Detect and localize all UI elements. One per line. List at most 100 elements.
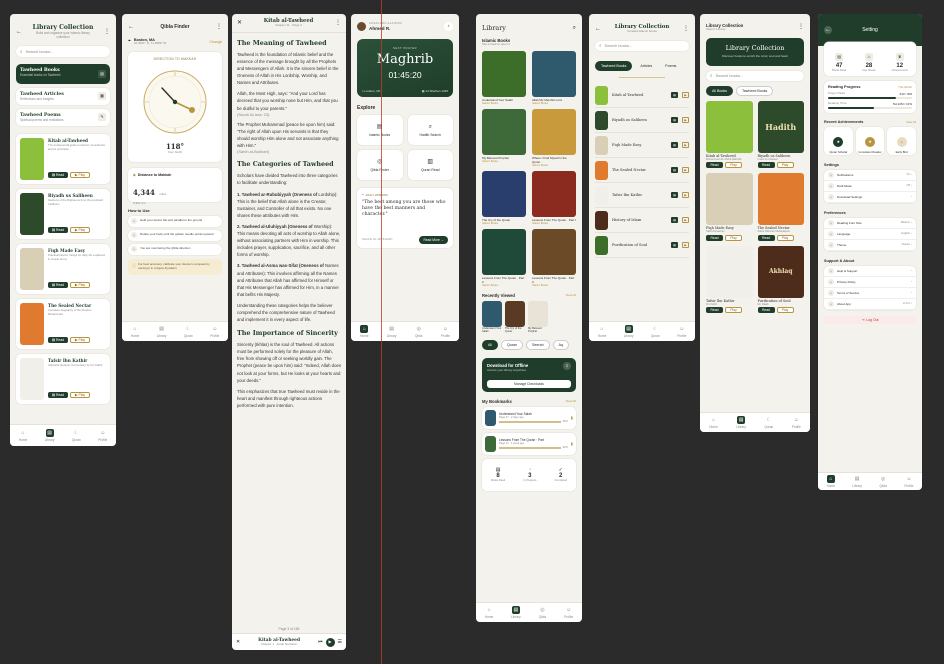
settings-row[interactable]: • Terms of Service › — [824, 288, 916, 299]
search-bar[interactable]: ⌕ Search books... — [16, 46, 110, 58]
play-icon[interactable]: ▶ — [682, 242, 689, 249]
collection-card-tawheed-articles[interactable]: Tawheed Articles Reflections and insight… — [16, 88, 110, 106]
nav-qibla[interactable]: ◎ Qibla — [538, 606, 546, 619]
nav-library[interactable]: ▤ Library — [511, 606, 521, 619]
search-input[interactable]: Search books... — [26, 49, 54, 54]
play-button[interactable]: Play — [725, 162, 742, 169]
tab-articles[interactable]: Articles — [635, 62, 657, 70]
play-button[interactable]: ▶ Play — [70, 227, 90, 234]
nav-profile[interactable]: ☺ Profile — [441, 325, 450, 338]
search-input[interactable]: Search books... — [605, 43, 633, 48]
book-card[interactable]: Fiqh Made Easy Salih Al-Fawzan Read Play — [706, 173, 753, 241]
book-row[interactable]: The Sealed Nectar ▤ ▶ — [595, 158, 689, 184]
tab-poems[interactable]: Poems — [660, 62, 681, 70]
nav-library[interactable]: ▤ Library — [157, 325, 167, 338]
book-icon[interactable]: ▤ — [671, 192, 678, 199]
nav-library[interactable]: ▤ Library — [387, 325, 397, 338]
settings-row[interactable]: • Help & Support › — [824, 266, 916, 277]
nav-quran[interactable]: ☾ Quran — [184, 325, 193, 338]
book-row[interactable]: Riyadh us Saliheen ▤ ▶ — [595, 108, 689, 134]
book-card[interactable]: Kitab al-Tawheed Muhammad ibn Abdul Wahha… — [706, 100, 753, 169]
filter-chip[interactable]: Aq — [552, 339, 569, 350]
change-location-link[interactable]: Change — [209, 40, 222, 44]
book-tile[interactable]: Lessons From The Quran · Part 3 Islamic B… — [532, 228, 576, 287]
book-card[interactable]: Tafsir Ibn Kathir Ibn Kathir Read Play — [706, 245, 753, 313]
book-tile[interactable]: Lessons From The Quran · Part 2 Islamic B… — [482, 228, 526, 287]
book-row[interactable]: Fiqh Made Easy ▤ ▶ — [595, 133, 689, 159]
view-all-link[interactable]: View All — [906, 120, 916, 124]
play-button[interactable]: Play — [776, 162, 794, 169]
read-button[interactable]: Read — [757, 234, 775, 241]
settings-row[interactable]: • Language English › — [824, 229, 916, 240]
playlist-icon[interactable]: ☰ — [338, 639, 342, 645]
play-icon[interactable]: ▶ — [682, 92, 689, 99]
nav-home[interactable]: ⌂ Home — [19, 429, 28, 442]
book-card[interactable]: Fiqh Made Easy Practical Islamic rulings … — [16, 244, 110, 295]
settings-row[interactable]: • Notifications On › — [824, 170, 916, 181]
view-all-link[interactable]: View All — [566, 399, 576, 403]
nav-quran[interactable]: ☾ Quran — [651, 325, 660, 338]
search-bar[interactable]: ⌕ Search books... — [595, 40, 689, 51]
play-icon[interactable]: ▶ — [325, 637, 335, 647]
close-icon[interactable]: ✕ — [237, 20, 242, 26]
recent-item[interactable]: My Beloved Prophet — [528, 300, 548, 334]
play-icon[interactable]: ▶ — [682, 192, 689, 199]
nav-home[interactable]: ⌂ Home — [131, 325, 140, 338]
filter-chip[interactable]: Quran — [501, 339, 523, 350]
play-icon[interactable]: ▶ — [682, 167, 689, 174]
nav-home[interactable]: ⌂ Home — [827, 475, 835, 488]
nav-qibla[interactable]: ◎ Qibla — [415, 325, 423, 338]
achievement-badge[interactable]: ★ Quran Scholar — [824, 127, 853, 155]
view-all-link[interactable]: View All — [566, 293, 576, 297]
book-card[interactable]: Riyadh us Saliheen Gardens of the Righteo… — [16, 189, 110, 240]
settings-row[interactable]: • Privacy Policy › — [824, 277, 916, 288]
back-icon[interactable]: ← — [595, 26, 601, 32]
book-tile[interactable]: The Cry of the Quran Islamic Books — [482, 170, 526, 225]
read-button[interactable]: ▤ Read — [48, 172, 68, 179]
manage-downloads-button[interactable]: Manage Downloads — [487, 379, 571, 388]
back-icon[interactable]: ← — [16, 29, 22, 35]
more-icon[interactable]: ⋮ — [683, 26, 689, 32]
more-icon[interactable]: ⋮ — [216, 24, 222, 30]
book-icon[interactable]: ▤ — [671, 92, 678, 99]
nav-library[interactable]: ▤ Library — [852, 475, 862, 488]
play-button[interactable]: Play — [725, 306, 742, 313]
book-row[interactable]: Purification of Soul ▤ ▶ — [595, 233, 689, 259]
book-tile[interactable]: Understand Your Salah Islamic Books — [482, 50, 526, 105]
book-icon[interactable]: ▤ — [671, 117, 678, 124]
nav-home[interactable]: ⌂ Home — [598, 325, 607, 338]
tile-islamic-books[interactable]: ▤ Islamic Books — [357, 115, 403, 145]
nav-home[interactable]: ⌂ Home — [485, 606, 494, 619]
book-card[interactable]: Akhlaq Purification of Soul Ibn Rajab Read P… — [757, 245, 804, 313]
filter-chip[interactable]: All — [482, 339, 498, 350]
book-card[interactable]: The Sealed Nectar Safiur Rahman Mubarakpu… — [757, 173, 804, 241]
book-tile[interactable]: My Beloved Prophet Islamic Books — [482, 108, 526, 167]
close-icon[interactable]: ✕ — [236, 639, 240, 645]
book-icon[interactable]: ▤ — [671, 167, 678, 174]
nav-profile[interactable]: ☺ Profile — [98, 429, 107, 442]
nav-profile[interactable]: ☺ Profile — [564, 606, 573, 619]
more-icon[interactable]: ⋮ — [104, 29, 110, 35]
bookmark-item[interactable]: Lessons From The Quran · Part Page 12 · 1… — [482, 432, 576, 455]
play-button[interactable]: ▶ Play — [70, 392, 90, 399]
search-input[interactable]: Search books... — [716, 73, 744, 78]
play-button[interactable]: ▶ Play — [70, 337, 90, 344]
read-button[interactable]: Read — [706, 306, 723, 313]
period-link[interactable]: This Month — [898, 85, 912, 89]
bookmark-item[interactable]: Understand Your Salah Page 47 · 2 days ag… — [482, 406, 576, 429]
nav-library[interactable]: ▤ Library — [736, 416, 746, 429]
nav-profile[interactable]: ☺ Profile — [792, 416, 801, 429]
read-button[interactable]: Read — [757, 306, 775, 313]
achievement-badge[interactable]: ☼ Early Bird — [887, 127, 917, 155]
back-icon[interactable]: ← — [128, 24, 134, 30]
nav-profile[interactable]: ☺ Profile — [677, 325, 686, 338]
collection-card-tawheed-books[interactable]: Tawheed Books Essential books on Tawheed… — [16, 64, 110, 85]
bookmark-icon[interactable]: ▮ — [571, 415, 573, 420]
nav-profile[interactable]: ☺ Profile — [904, 475, 913, 488]
nav-quran[interactable]: ☾ Quran — [764, 416, 773, 429]
book-row[interactable]: Tafsir Ibn Kathir ▤ ▶ — [595, 183, 689, 209]
play-icon[interactable]: ▶ — [682, 117, 689, 124]
achievement-badge[interactable]: ★ Consistent Reader — [855, 127, 885, 155]
bookmark-icon[interactable]: ▮ — [571, 441, 573, 446]
book-row[interactable]: Kitab al-Tawheed ▤ ▶ — [595, 83, 689, 109]
